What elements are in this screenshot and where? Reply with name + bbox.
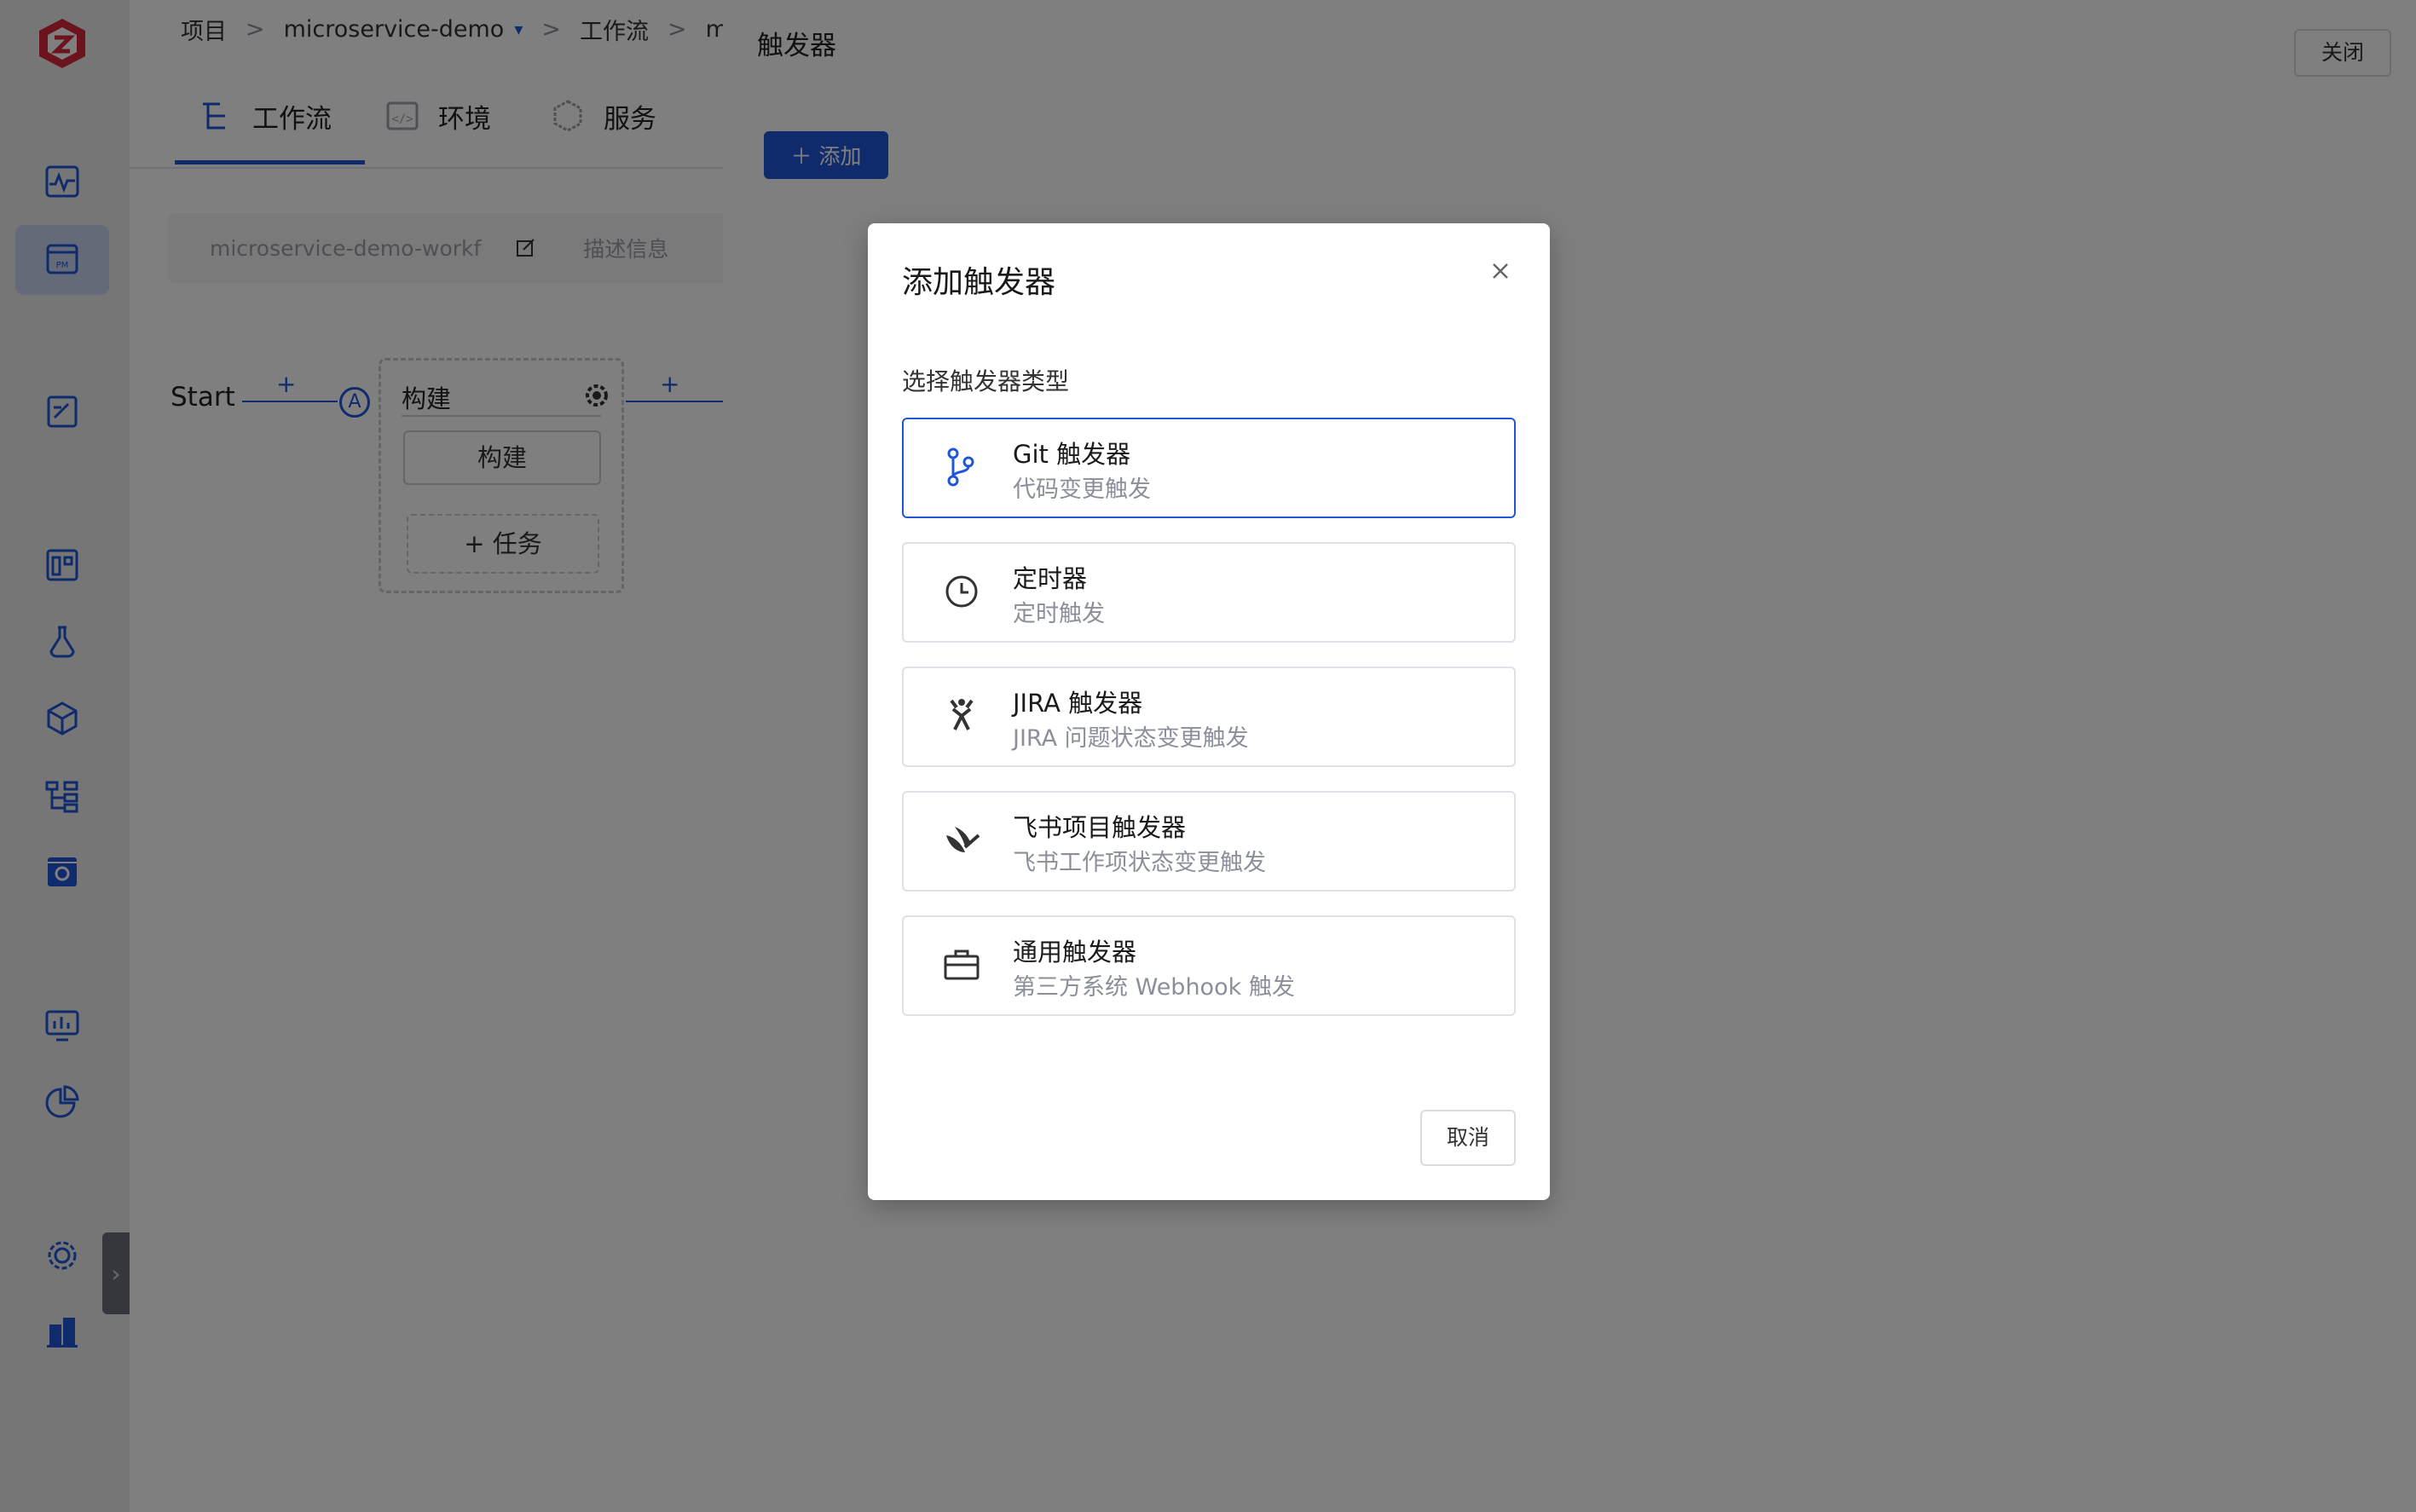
trigger-option-feishu[interactable]: 飞书项目触发器 飞书工作项状态变更触发: [902, 791, 1516, 892]
jira-icon: [950, 699, 974, 730]
trigger-option-name: Git 触发器: [1013, 440, 1131, 469]
trigger-option-webhook[interactable]: 通用触发器 第三方系统 Webhook 触发: [902, 915, 1516, 1016]
app-root: PM ›: [0, 0, 2416, 1512]
trigger-option-desc: 定时触发: [1013, 601, 1105, 627]
modal-subtitle: 选择触发器类型: [902, 367, 1070, 395]
trigger-option-name: 定时器: [1013, 564, 1088, 593]
git-branch-icon: [947, 447, 974, 487]
trigger-option-timer[interactable]: 定时器 定时触发: [902, 542, 1516, 643]
cancel-button[interactable]: 取消: [1420, 1110, 1516, 1166]
clock-icon: [945, 575, 978, 608]
trigger-option-desc: 飞书工作项状态变更触发: [1013, 850, 1266, 876]
briefcase-icon: [944, 949, 980, 980]
trigger-option-name: 飞书项目触发器: [1013, 813, 1187, 842]
trigger-option-desc: JIRA 问题状态变更触发: [1013, 725, 1249, 752]
trigger-option-git[interactable]: Git 触发器 代码变更触发: [902, 418, 1516, 518]
close-icon[interactable]: [1485, 256, 1516, 286]
modal-title: 添加触发器: [902, 265, 1056, 300]
trigger-option-name: JIRA 触发器: [1013, 689, 1143, 718]
feishu-icon: [946, 827, 980, 852]
add-trigger-modal: 添加触发器 选择触发器类型 Git 触发器 代码变更触发 定时器 定时触发 JI…: [868, 223, 1550, 1200]
trigger-option-desc: 第三方系统 Webhook 触发: [1013, 974, 1295, 1001]
trigger-option-name: 通用触发器: [1013, 938, 1137, 967]
trigger-option-desc: 代码变更触发: [1013, 476, 1151, 503]
trigger-option-jira[interactable]: JIRA 触发器 JIRA 问题状态变更触发: [902, 667, 1516, 767]
